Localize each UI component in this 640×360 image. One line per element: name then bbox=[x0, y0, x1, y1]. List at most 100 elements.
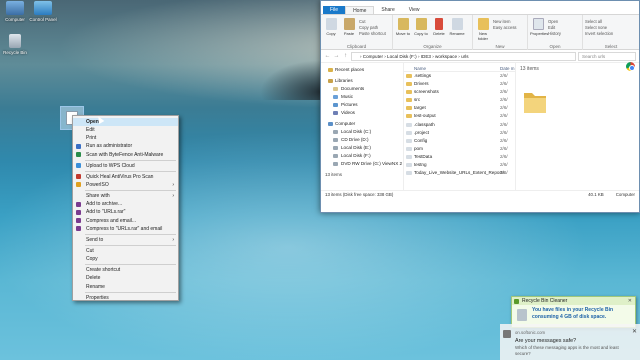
context-menu-item[interactable]: Run as administrator bbox=[73, 142, 178, 150]
paste-shortcut-button[interactable]: Paste shortcut bbox=[359, 31, 386, 36]
context-menu-item[interactable]: Open bbox=[73, 118, 178, 127]
file-row[interactable]: target 2/6/ bbox=[404, 104, 515, 112]
context-menu-item[interactable]: Print bbox=[73, 134, 178, 142]
desktop-icon-recycle-bin[interactable]: Recycle Bin bbox=[1, 34, 29, 55]
file-row[interactable]: Config 2/6/ bbox=[404, 137, 515, 145]
file-date: 2/6/ bbox=[500, 81, 508, 87]
file-row[interactable]: TestData 2/6/ bbox=[404, 153, 515, 161]
back-arrow-icon[interactable]: ← bbox=[324, 53, 331, 59]
up-arrow-icon[interactable]: ↑ bbox=[342, 53, 349, 59]
file-row[interactable]: Drivers 2/6/ bbox=[404, 80, 515, 88]
file-row[interactable]: .settings 2/6/ bbox=[404, 72, 515, 80]
nav-item[interactable]: Recent places bbox=[321, 66, 403, 74]
tab-file[interactable]: File bbox=[323, 6, 346, 14]
menu-separator bbox=[85, 244, 176, 246]
close-icon[interactable]: ✕ bbox=[628, 297, 632, 305]
nav-item-label: Music bbox=[341, 94, 353, 99]
open-button[interactable]: Open bbox=[548, 19, 561, 24]
group-label-clipboard: Clipboard bbox=[346, 44, 367, 49]
chrome-icon[interactable] bbox=[626, 62, 635, 71]
file-row[interactable]: .project 2/6/ bbox=[404, 129, 515, 137]
desktop-icon-control-panel[interactable]: Control Panel bbox=[29, 1, 57, 22]
nav-item[interactable]: Pictures bbox=[321, 101, 403, 109]
context-menu-label: Run as administrator bbox=[86, 143, 133, 150]
file-row[interactable]: screenshots 2/6/ bbox=[404, 88, 515, 96]
copy-path-button[interactable]: Copy path bbox=[359, 25, 386, 30]
context-menu-item[interactable]: PowerISO › bbox=[73, 181, 178, 189]
edit-button[interactable]: Edit bbox=[548, 25, 561, 30]
folder-icon bbox=[406, 106, 412, 111]
context-menu-item[interactable]: Upload to WPS Cloud bbox=[73, 162, 178, 170]
file-row[interactable]: test-output 2/6/ bbox=[404, 112, 515, 120]
context-menu-item[interactable]: Scan with ByteFence Anti-Malware bbox=[73, 151, 178, 159]
file-icon bbox=[406, 138, 412, 143]
tab-share[interactable]: Share bbox=[374, 6, 401, 14]
forward-arrow-icon[interactable]: → bbox=[333, 53, 340, 59]
quickheal-icon bbox=[76, 174, 81, 180]
file-date: 2/6/ bbox=[500, 97, 508, 103]
select-none-button[interactable]: Select none bbox=[585, 25, 613, 30]
close-icon[interactable]: ✕ bbox=[632, 328, 637, 335]
nav-item[interactable]: DVD RW Drive (G:) ViewNX 2 bbox=[321, 160, 403, 168]
copy-to-icon bbox=[415, 18, 427, 30]
nav-item[interactable]: Local Disk (C:) bbox=[321, 128, 403, 136]
context-menu-item[interactable]: Create shortcut bbox=[73, 266, 178, 274]
context-menu-item[interactable]: Compress and email... bbox=[73, 217, 178, 225]
history-button[interactable]: History bbox=[548, 31, 561, 36]
context-menu-item[interactable]: Cut bbox=[73, 247, 178, 255]
nav-item[interactable]: Music bbox=[321, 93, 403, 101]
context-menu-item[interactable]: Properties bbox=[73, 294, 178, 302]
nav-item-label: Computer bbox=[335, 121, 356, 126]
file-name: test-output bbox=[414, 113, 436, 119]
ribbon-group-select: Select all Select none Invert selection … bbox=[583, 15, 639, 50]
file-row[interactable]: .classpath 2/6/ bbox=[404, 121, 515, 129]
context-menu-item[interactable]: Add to archive... bbox=[73, 200, 178, 208]
nav-item[interactable]: CD Drive (D:) bbox=[321, 136, 403, 144]
new-item-button[interactable]: New item bbox=[493, 19, 517, 24]
context-menu-item[interactable]: Add to "URLs.rar" bbox=[73, 208, 178, 216]
context-menu-label: Quick Heal AntiVirus Pro Scan bbox=[86, 173, 154, 180]
group-label-open: Open bbox=[549, 44, 561, 49]
context-menu-item[interactable]: Delete bbox=[73, 274, 178, 282]
nav-item[interactable]: Local Disk (F:) bbox=[321, 152, 403, 160]
file-icon bbox=[406, 146, 412, 151]
column-date[interactable]: Date m bbox=[500, 66, 515, 71]
nav-item-icon bbox=[333, 87, 338, 91]
address-bar[interactable]: › Computer › Local Disk (F:) › IDE3 › wo… bbox=[351, 51, 576, 61]
easy-access-button[interactable]: Easy access bbox=[493, 25, 517, 30]
nav-item[interactable]: Videos bbox=[321, 109, 403, 117]
nav-item-label: Local Disk (E:) bbox=[341, 145, 371, 150]
context-menu-item[interactable]: Edit bbox=[73, 126, 178, 134]
nav-item[interactable]: Computer bbox=[321, 120, 403, 128]
file-row[interactable]: pom 2/6/ bbox=[404, 145, 515, 153]
context-menu-item[interactable]: Quick Heal AntiVirus Pro Scan bbox=[73, 173, 178, 181]
nav-item-label: Documents bbox=[341, 86, 365, 91]
context-menu-item[interactable]: Share with › bbox=[73, 192, 178, 200]
tab-view[interactable]: View bbox=[402, 6, 427, 14]
search-input[interactable]: Search urls bbox=[578, 51, 636, 61]
context-menu-item[interactable]: Compress to "URLs.rar" and email bbox=[73, 225, 178, 233]
nav-item-label: Local Disk (C:) bbox=[341, 129, 372, 134]
context-menu-item[interactable]: Send to › bbox=[73, 236, 178, 244]
wps-cloud-icon bbox=[76, 163, 81, 169]
ribbon: Copy Paste Cut Copy path Paste shortcut … bbox=[321, 15, 639, 50]
nav-item[interactable]: Local Disk (E:) bbox=[321, 144, 403, 152]
invert-selection-button[interactable]: Invert selection bbox=[585, 31, 613, 36]
preview-pane: 13 items bbox=[516, 63, 639, 190]
file-row[interactable]: testng 2/6/ bbox=[404, 161, 515, 169]
column-name[interactable]: Name bbox=[414, 66, 426, 71]
browser-toast-notification[interactable]: on.softonic.com ✕ Are your messages safe… bbox=[500, 324, 640, 360]
nav-item-icon bbox=[328, 79, 333, 83]
file-row[interactable]: Today_Live_Website_URLs_Extent_Reports 2/… bbox=[404, 169, 515, 177]
nav-item[interactable]: Documents bbox=[321, 85, 403, 93]
status-size: 40.1 KB bbox=[588, 192, 604, 197]
desktop-icon-computer[interactable]: Computer bbox=[1, 1, 29, 22]
cut-button[interactable]: Cut bbox=[359, 19, 386, 24]
winrar-icon bbox=[76, 201, 81, 207]
select-all-button[interactable]: Select all bbox=[585, 19, 613, 24]
tab-home[interactable]: Home bbox=[345, 6, 375, 14]
context-menu-item[interactable]: Rename bbox=[73, 283, 178, 291]
context-menu-item[interactable]: Copy bbox=[73, 255, 178, 263]
file-row[interactable]: src 2/6/ bbox=[404, 96, 515, 104]
nav-item[interactable]: Libraries bbox=[321, 77, 403, 85]
